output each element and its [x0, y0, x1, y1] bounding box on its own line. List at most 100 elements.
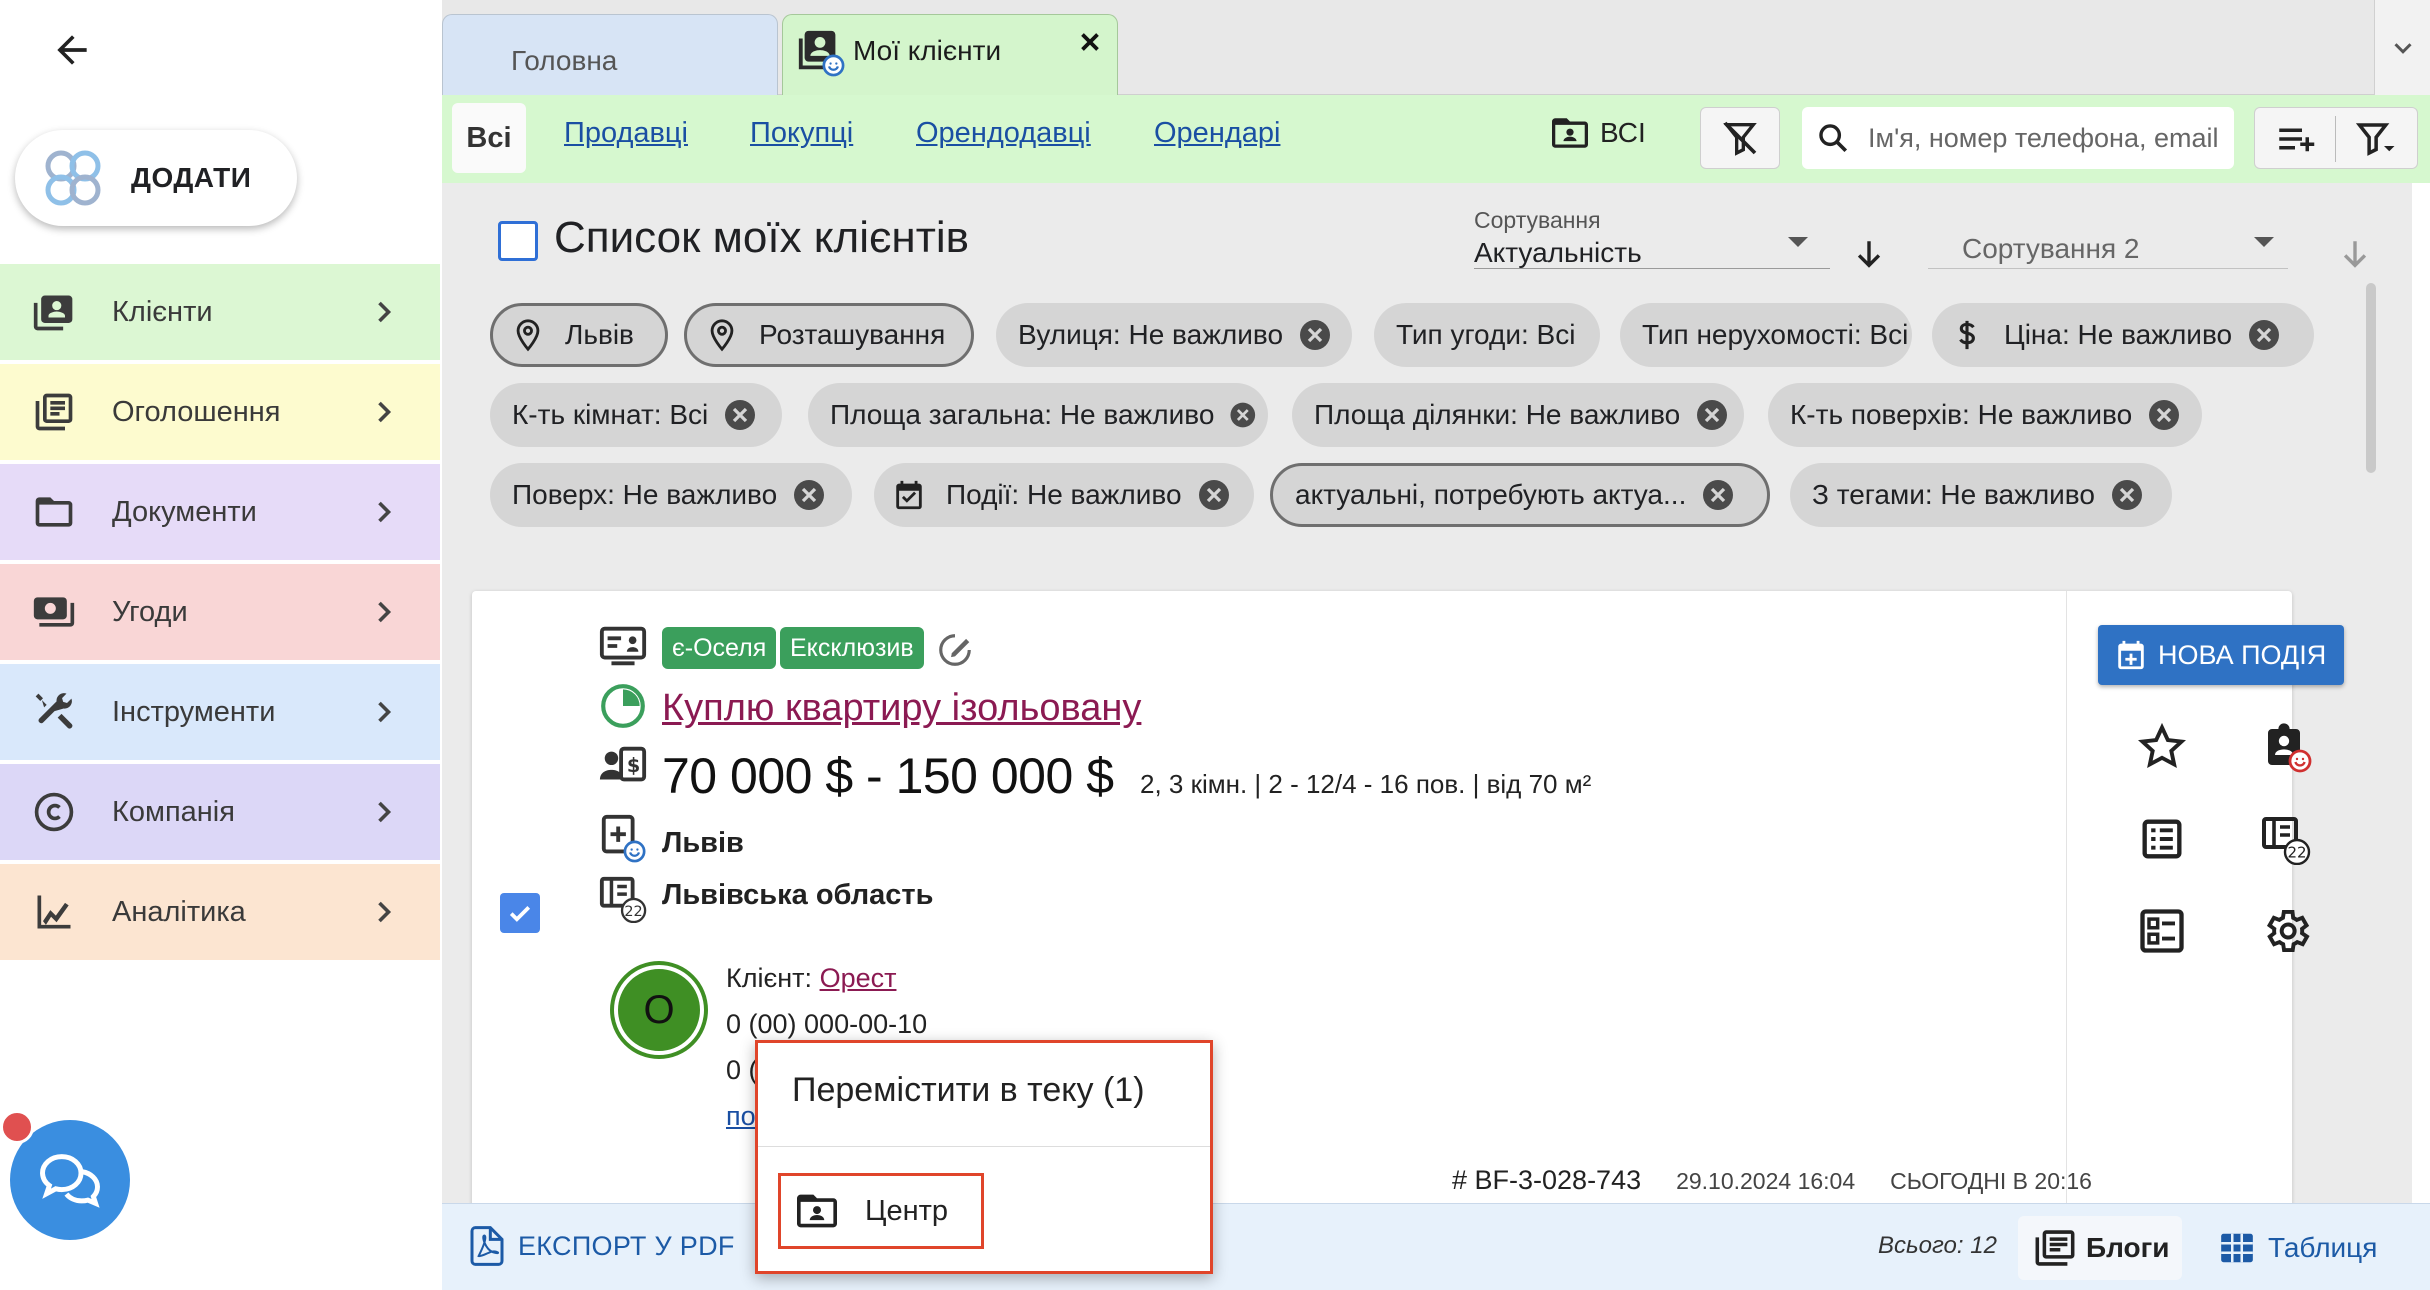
- close-circle-icon[interactable]: [722, 397, 758, 433]
- more-link[interactable]: по: [726, 1101, 756, 1132]
- filter-chip-price[interactable]: Ціна: Не важливо: [1932, 303, 2314, 367]
- filter-chip-floor[interactable]: Поверх: Не важливо: [490, 463, 852, 527]
- close-tab-icon[interactable]: [1075, 27, 1105, 57]
- add-button[interactable]: ДОДАТИ: [15, 130, 297, 226]
- listing-city: Львів: [662, 827, 744, 859]
- sidebar-item-deals[interactable]: Угоди: [0, 564, 440, 660]
- sidebar-item-label: Аналітика: [112, 895, 246, 928]
- close-circle-icon[interactable]: [2109, 477, 2145, 513]
- sidebar-item-listings[interactable]: Оголошення: [0, 364, 440, 460]
- page-title: Список моїх клієнтів: [554, 213, 970, 262]
- close-circle-icon[interactable]: [791, 477, 827, 513]
- chip-label: Розташування: [759, 319, 946, 350]
- chip-label: Площа ділянки: Не важливо: [1314, 399, 1681, 430]
- client-phone[interactable]: 0 (00) 000-00-10: [726, 1009, 927, 1040]
- id-card-icon: [599, 626, 647, 666]
- filter-chip-street[interactable]: Вулиця: Не важливо: [996, 303, 1352, 367]
- filter-chip-land-area[interactable]: Площа ділянки: Не важливо: [1292, 383, 1744, 447]
- chevron-down-icon: [2393, 42, 2412, 54]
- edit-circle-icon[interactable]: [936, 631, 974, 669]
- select-all-checkbox[interactable]: [498, 221, 538, 261]
- tab-my-clients[interactable]: Мої клієнти: [782, 14, 1118, 95]
- pie-chart-icon: [601, 684, 645, 728]
- filter-chip-location[interactable]: Розташування: [684, 303, 974, 367]
- back-button[interactable]: [42, 20, 102, 80]
- listings-counter-icon: 22: [599, 876, 647, 923]
- client-name-link[interactable]: Орест: [820, 963, 897, 993]
- listing-checkbox[interactable]: [500, 893, 540, 933]
- filter-landlords-link[interactable]: Орендодавці: [916, 117, 1091, 150]
- folder-option-center[interactable]: Центр: [778, 1173, 984, 1249]
- search-input[interactable]: [1868, 117, 2228, 159]
- listings-counter-icon[interactable]: 22: [2260, 813, 2312, 865]
- listing-meta: # BF-3-028-743 29.10.2024 16:04 СЬОГОДНІ…: [1452, 1165, 2092, 1196]
- filter-chip-floors-count[interactable]: К-ть поверхів: Не важливо: [1768, 383, 2202, 447]
- avatar[interactable]: О: [614, 965, 704, 1055]
- sidebar-item-analytics[interactable]: Аналітика: [0, 864, 440, 960]
- filter-menu-button[interactable]: [2337, 108, 2417, 170]
- calendar-plus-icon: [2118, 640, 2144, 670]
- filter-dropdown-icon: [2356, 123, 2395, 156]
- filter-chip-total-area[interactable]: Площа загальна: Не важливо: [808, 383, 1268, 447]
- listing-title-link[interactable]: Куплю квартиру ізольовану: [662, 687, 1141, 730]
- sort-caption: Сортування 2: [1962, 233, 2140, 264]
- star-icon[interactable]: [2136, 721, 2188, 773]
- divider: [2335, 116, 2336, 162]
- filter-chip-city[interactable]: Львів: [490, 303, 668, 367]
- chat-bubble-icon: [40, 1154, 100, 1208]
- filter-chip-events[interactable]: Події: Не важливо: [874, 463, 1254, 527]
- filter-all-button[interactable]: Всі: [452, 103, 526, 173]
- close-circle-icon[interactable]: [2246, 317, 2282, 353]
- filter-tenants-link[interactable]: Орендарі: [1154, 117, 1280, 150]
- sidebar-item-clients[interactable]: Клієнти: [0, 264, 440, 360]
- filter-chip-deal-type[interactable]: Тип угоди: Всі: [1374, 303, 1600, 367]
- tabs-dropdown-button[interactable]: [2374, 0, 2430, 95]
- view-table-button[interactable]: Таблиця: [2218, 1216, 2377, 1280]
- money-icon: [33, 597, 75, 627]
- scrollbar[interactable]: [2366, 283, 2376, 473]
- sort-secondary-select[interactable]: Сортування 2: [1928, 207, 2288, 269]
- filter-chip-tags[interactable]: З тегами: Не важливо: [1790, 463, 2172, 527]
- tab-label: Головна: [511, 45, 618, 76]
- filter-chip-actuality[interactable]: актуальні, потребують актуа...: [1270, 463, 1770, 527]
- client-badge-icon[interactable]: [2260, 721, 2312, 773]
- add-button-label: ДОДАТИ: [131, 162, 252, 193]
- checklist-icon[interactable]: [2136, 905, 2188, 957]
- folder-select[interactable]: ВСІ: [1550, 115, 1646, 151]
- view-blogs-button[interactable]: Блоги: [2018, 1216, 2182, 1280]
- tab-home[interactable]: Головна: [442, 14, 778, 95]
- chevron-right-icon: [378, 701, 392, 723]
- chip-label: К-ть поверхів: Не важливо: [1790, 399, 2133, 430]
- arrow-down-icon[interactable]: [1852, 237, 1886, 271]
- chip-label: Ціна: Не важливо: [2004, 319, 2233, 350]
- list-doc-icon[interactable]: [2136, 813, 2188, 865]
- close-circle-icon[interactable]: [1700, 477, 1736, 513]
- sort-primary-select[interactable]: Сортування Актуальність: [1474, 207, 1830, 269]
- location-pin-icon: [710, 319, 734, 352]
- filter-buyers-link[interactable]: Покупці: [750, 117, 853, 150]
- notification-dot: [0, 1110, 34, 1144]
- close-circle-icon[interactable]: [2146, 397, 2182, 433]
- close-circle-icon[interactable]: [1297, 317, 1333, 353]
- filter-chip-property-type[interactable]: Тип нерухомості: Всі: [1620, 303, 1912, 367]
- close-circle-icon[interactable]: [1196, 477, 1232, 513]
- filter-chip-rooms[interactable]: К-ть кімнат: Всі: [490, 383, 782, 447]
- close-circle-icon[interactable]: [1228, 397, 1258, 433]
- new-event-button[interactable]: НОВА ПОДІЯ: [2098, 625, 2344, 685]
- close-circle-icon[interactable]: [1694, 397, 1730, 433]
- filter-sellers-link[interactable]: Продавці: [564, 117, 688, 150]
- export-pdf-button[interactable]: ЕКСПОРТ У PDF: [470, 1226, 735, 1266]
- sidebar-item-label: Угоди: [112, 595, 188, 628]
- client-phone-2[interactable]: 0 (: [726, 1055, 758, 1086]
- calendar-check-icon: [896, 480, 922, 510]
- client-label: Клієнт:: [726, 963, 813, 993]
- sidebar-item-tools[interactable]: Інструменти: [0, 664, 440, 760]
- gear-icon[interactable]: [2260, 905, 2312, 957]
- clear-filters-button[interactable]: [1700, 107, 1780, 169]
- add-filter-button[interactable]: [2255, 108, 2335, 170]
- arrow-down-icon[interactable]: [2338, 237, 2372, 271]
- search-icon: [1819, 124, 1848, 153]
- sidebar-item-company[interactable]: Компанія: [0, 764, 440, 860]
- newspaper-icon: [35, 393, 73, 431]
- sidebar-item-documents[interactable]: Документи: [0, 464, 440, 560]
